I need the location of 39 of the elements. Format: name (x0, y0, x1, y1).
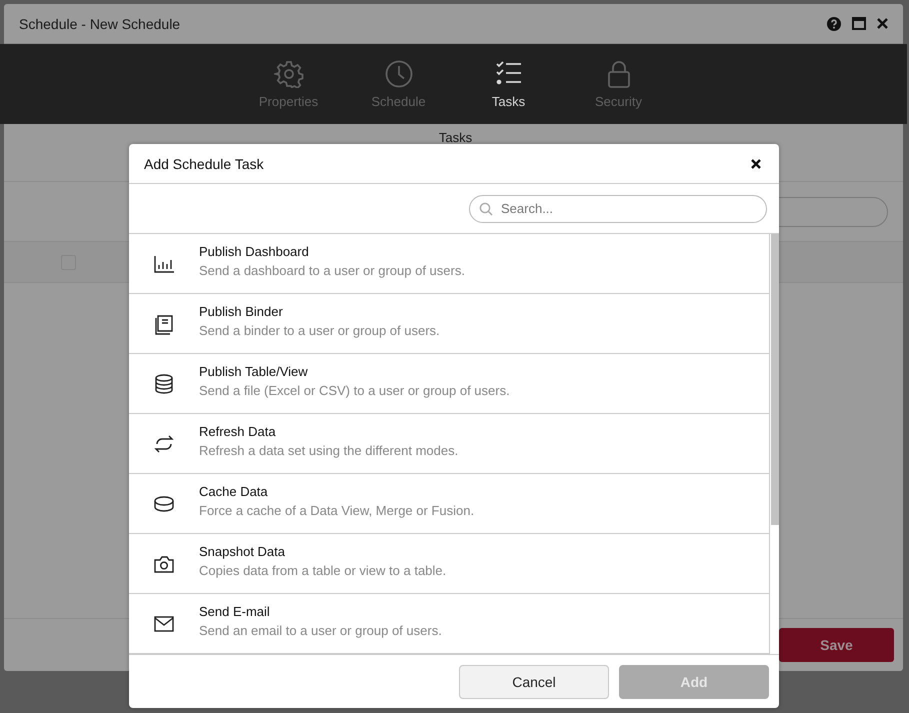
task-description: Send a dashboard to a user or group of users. (199, 262, 465, 278)
task-name: Publish Dashboard (199, 244, 310, 258)
book-icon (153, 312, 175, 334)
cancel-button[interactable]: Cancel (459, 664, 609, 698)
task-description: Send a file (Excel or CSV) to a user or group of users. (199, 382, 510, 398)
close-icon[interactable] (751, 158, 761, 168)
task-name: Send E-mail (199, 604, 271, 618)
close-icon[interactable] (877, 18, 888, 29)
task-description: Send an email to a user or group of users. (199, 622, 442, 638)
task-item[interactable]: Publish Binder Send a binder to a user or group of users. (129, 294, 769, 354)
task-name: Refresh Data (199, 424, 277, 438)
save-button[interactable]: Save (779, 628, 894, 662)
nav-tab[interactable]: Tasks (454, 44, 564, 124)
task-item[interactable]: Cache Data Force a cache of a Data View, Merge or Fusion. (129, 474, 769, 534)
task-description: Force a cache of a Data View, Merge or Fusion. (199, 502, 474, 518)
task-description: Refresh a data set using the different modes. (199, 442, 458, 458)
scrollbar[interactable] (769, 234, 779, 654)
dialog-title: Add Schedule Task (144, 156, 264, 172)
maximize-icon[interactable] (852, 17, 866, 30)
task-description: Send a binder to a user or group of users. (199, 322, 440, 338)
task-name: Publish Table/View (199, 364, 309, 378)
gear-icon (274, 60, 304, 88)
refresh-icon (153, 432, 175, 454)
task-item[interactable]: Send E-mail Send an email to a user or group of users. (129, 594, 769, 654)
task-item[interactable]: Publish Dashboard Send a dashboard to a user or group of users. (129, 234, 769, 294)
database-icon (153, 372, 175, 394)
section-heading: Tasks (438, 130, 472, 147)
task-name: Cache Data (199, 484, 269, 498)
task-name: Publish Binder (199, 304, 284, 318)
task-description: Copies data from a table or view to a table. (199, 562, 446, 578)
task-item[interactable]: Refresh Data Refresh a data set using the different modes. (129, 414, 769, 474)
task-item[interactable]: Publish Table/View Send a file (Excel or CSV) to a user or group of users. (129, 354, 769, 414)
clock-icon (384, 60, 414, 88)
search-field[interactable]: Search... (469, 194, 767, 222)
window-title: Schedule - New Schedule (19, 16, 180, 32)
scrollbar-thumb[interactable] (771, 234, 779, 525)
task-item[interactable]: Snapshot Data Copies data from a table or view to a table. (129, 534, 769, 594)
help-icon[interactable] (827, 16, 841, 30)
task-name: Snapshot Data (199, 544, 286, 558)
